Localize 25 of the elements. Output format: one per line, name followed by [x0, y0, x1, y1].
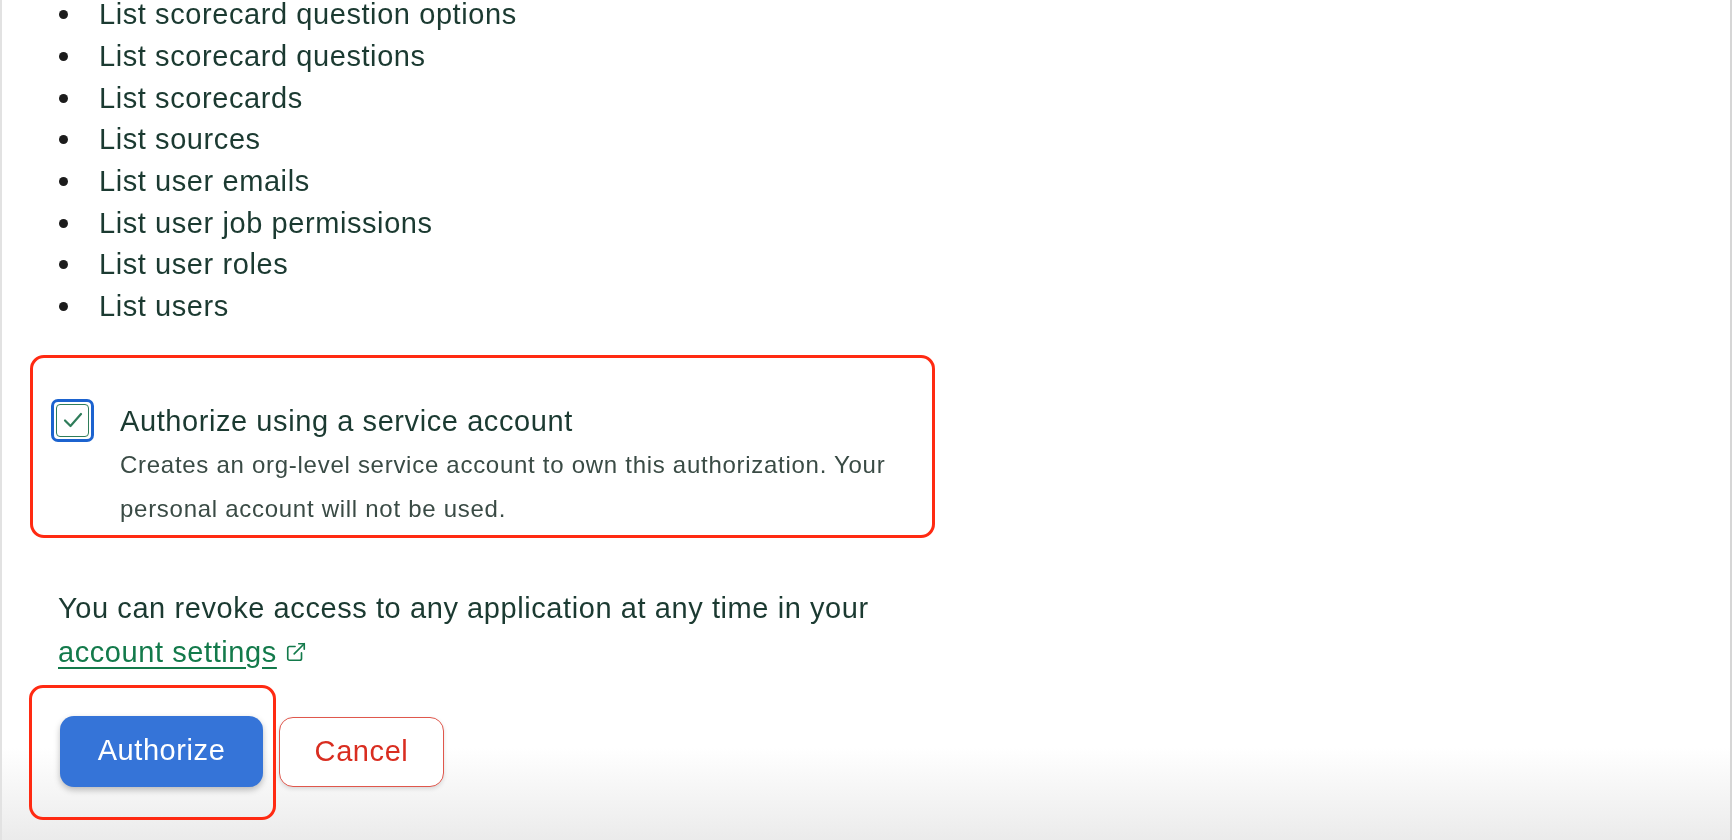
bullet-icon [59, 52, 68, 62]
checkbox-label: Authorize using a service account [120, 403, 574, 439]
permission-item: List sources [99, 125, 261, 155]
checkbox[interactable] [51, 398, 94, 442]
external-link-icon [284, 640, 307, 663]
permission-item: List user job permissions [99, 208, 433, 238]
revoke-notice: You can revoke access to any application at any time in your account settings [58, 585, 1018, 674]
permission-item: List user roles [99, 250, 289, 280]
cancel-button[interactable]: Cancel [279, 716, 444, 787]
checkbox-description: Creates an org-level service account to own this authorization. Your personal account will not be used. [120, 449, 887, 524]
bullet-icon [59, 10, 68, 20]
permission-item: List scorecard questions [99, 42, 426, 72]
bullet-icon [59, 93, 68, 103]
check-icon [62, 412, 83, 428]
account-settings-link[interactable]: account settings [58, 629, 307, 674]
permission-item: List scorecards [99, 83, 303, 113]
bullet-icon [59, 177, 68, 187]
bullet-icon [59, 135, 68, 145]
bullet-icon [59, 218, 68, 228]
permission-item: List user emails [99, 167, 310, 197]
bullet-icon [59, 302, 68, 312]
permission-item: List users [99, 292, 229, 322]
bullet-icon [59, 260, 68, 270]
permission-item: List scorecard question options [99, 0, 517, 30]
authorize-button[interactable]: Authorize [60, 715, 263, 787]
